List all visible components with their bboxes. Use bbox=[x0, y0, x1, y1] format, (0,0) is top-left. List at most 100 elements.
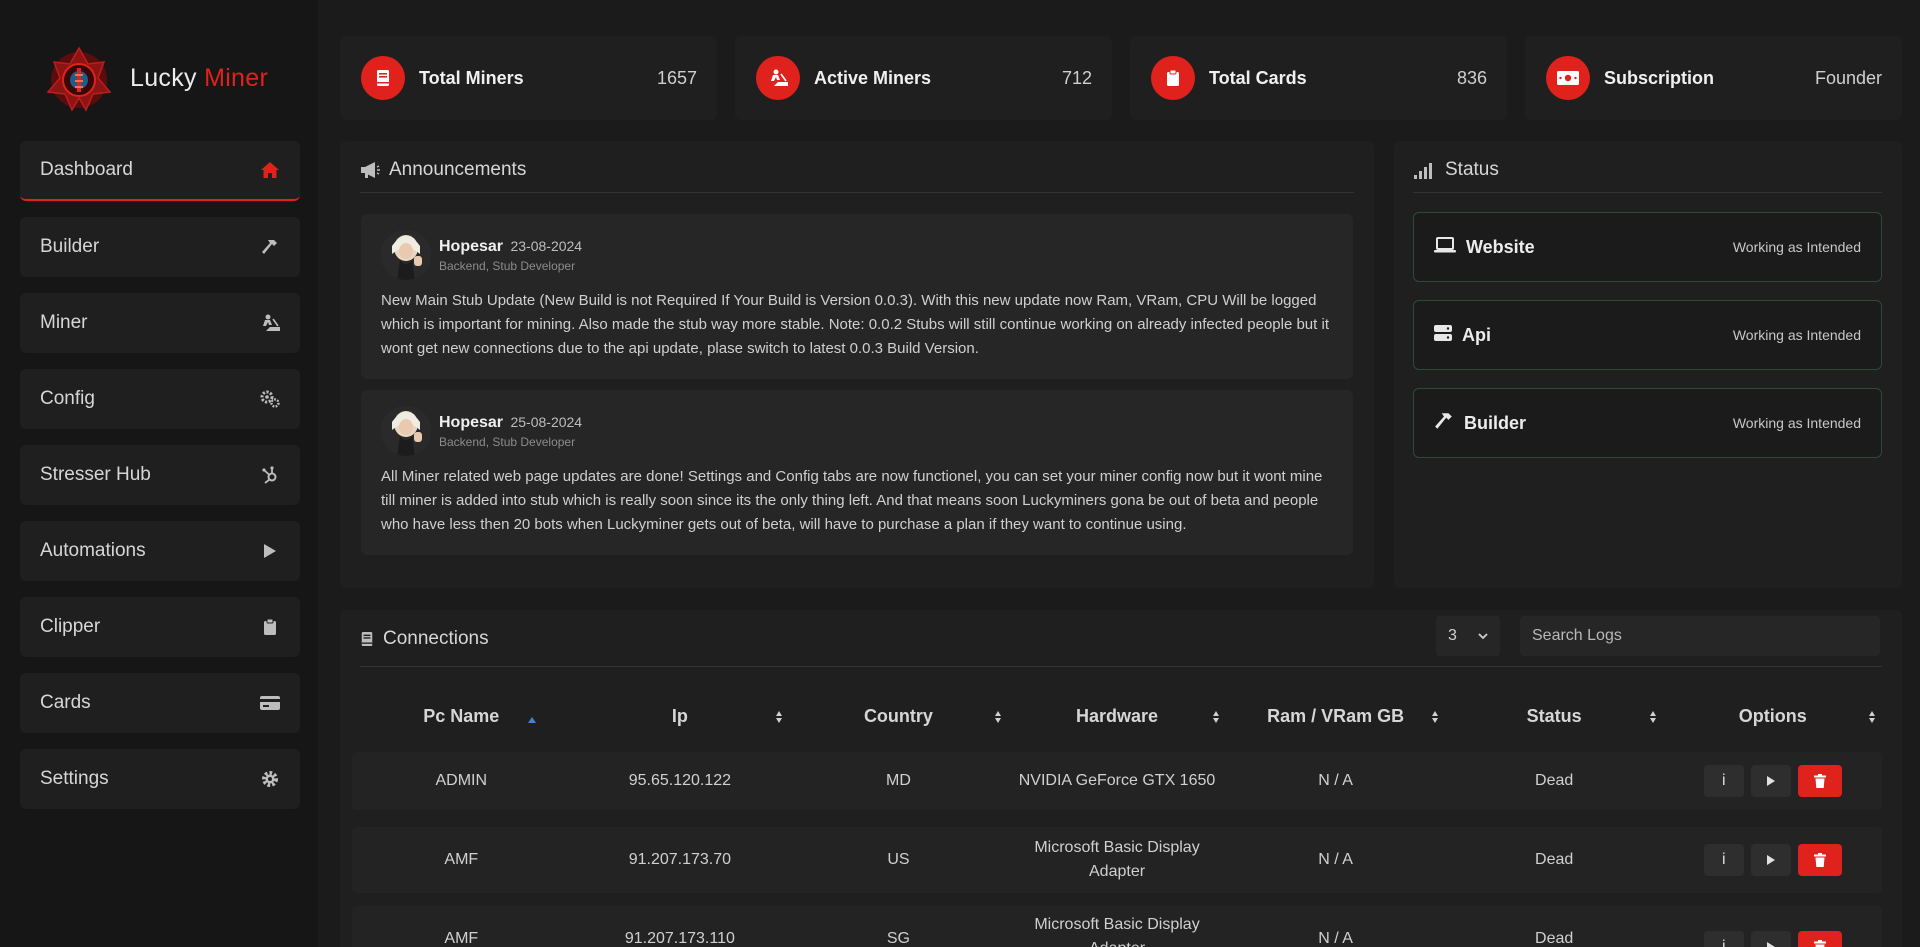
stat-label: Total Cards bbox=[1209, 67, 1307, 88]
page-size-value: 3 bbox=[1448, 627, 1457, 644]
info-icon: i bbox=[1721, 772, 1726, 789]
announcement-meta: Hopesar 25-08-2024 Backend, Stub Develop… bbox=[439, 414, 582, 449]
page-size-select[interactable]: 3 bbox=[1436, 616, 1500, 656]
stat-value: 836 bbox=[1456, 67, 1487, 88]
sidebar-item-stresser-hub[interactable]: Stresser Hub bbox=[20, 445, 300, 505]
column-header-pc-name[interactable]: Pc Name bbox=[352, 696, 571, 736]
announcement-author-line: Hopesar 23-08-2024 bbox=[439, 238, 582, 256]
delete-button[interactable] bbox=[1797, 931, 1842, 947]
cell-status: Dead bbox=[1535, 772, 1574, 789]
run-button[interactable] bbox=[1750, 844, 1791, 876]
sidebar-item-label: Builder bbox=[40, 236, 100, 257]
brand-logo[interactable]: Lucky Miner bbox=[38, 42, 268, 114]
column-label: Country bbox=[863, 705, 933, 726]
cell-pc-name: AMF bbox=[444, 851, 479, 868]
announcement-card: Hopesar 23-08-2024 Backend, Stub Develop… bbox=[361, 214, 1353, 379]
status-name: Website bbox=[1466, 236, 1535, 257]
table-row: ADMIN 95.65.120.122 MD NVIDIA GeForce GT… bbox=[352, 752, 1882, 810]
sidebar-item-cards[interactable]: Cards bbox=[20, 673, 300, 733]
sidebar-item-label: Clipper bbox=[40, 616, 101, 637]
stat-value: Founder bbox=[1814, 67, 1882, 88]
announcement-header: Hopesar 25-08-2024 Backend, Stub Develop… bbox=[381, 406, 1333, 456]
gear-icon bbox=[260, 769, 280, 789]
announcement-header: Hopesar 23-08-2024 Backend, Stub Develop… bbox=[381, 230, 1333, 280]
divider bbox=[360, 192, 1354, 193]
announcement-card: Hopesar 25-08-2024 Backend, Stub Develop… bbox=[361, 390, 1353, 555]
announcement-author-line: Hopesar 25-08-2024 bbox=[439, 414, 582, 432]
run-button[interactable] bbox=[1750, 765, 1791, 797]
sort-icon bbox=[1868, 708, 1876, 729]
column-header-hardware[interactable]: Hardware bbox=[1008, 696, 1227, 736]
run-button[interactable] bbox=[1750, 931, 1791, 947]
cell-ip: 91.207.173.110 bbox=[624, 930, 735, 947]
cell-hardware: Microsoft Basic Display Adapter bbox=[1034, 916, 1200, 947]
sidebar-item-clipper[interactable]: Clipper bbox=[20, 597, 300, 657]
credit-card-icon bbox=[260, 693, 280, 713]
column-header-ip[interactable]: Ip bbox=[571, 696, 790, 736]
announcement-body: New Main Stub Update (New Build is not R… bbox=[381, 292, 1329, 357]
status-card-api: Api Working as Intended bbox=[1413, 300, 1882, 370]
sidebar-item-label: Settings bbox=[40, 768, 109, 789]
delete-button[interactable] bbox=[1797, 844, 1842, 876]
hammer-icon bbox=[260, 237, 280, 257]
announcement-date: 23-08-2024 bbox=[510, 237, 583, 254]
stat-subscription: Subscription Founder bbox=[1525, 36, 1902, 120]
announcement-author: Hopesar bbox=[439, 413, 504, 431]
status-title: Status bbox=[1414, 159, 1499, 181]
connections-title: Connections bbox=[360, 628, 489, 650]
cell-country: US bbox=[887, 851, 910, 868]
info-icon: i bbox=[1721, 938, 1726, 947]
cell-pc-name: AMF bbox=[444, 930, 479, 947]
stat-total-cards: Total Cards 836 bbox=[1130, 36, 1507, 120]
info-button[interactable]: i bbox=[1703, 844, 1744, 876]
book-icon bbox=[361, 56, 405, 100]
column-header-ram[interactable]: Ram / VRam GB bbox=[1226, 696, 1445, 736]
column-header-status[interactable]: Status bbox=[1445, 696, 1664, 736]
home-icon bbox=[260, 160, 280, 180]
sidebar-item-settings[interactable]: Settings bbox=[20, 749, 300, 809]
divider bbox=[360, 666, 1882, 667]
cell-country: SG bbox=[886, 930, 910, 947]
sort-icon bbox=[1212, 708, 1220, 729]
column-label: Ram / VRam GB bbox=[1267, 705, 1405, 726]
announcements-title-text: Announcements bbox=[389, 159, 527, 180]
sidebar-item-automations[interactable]: Automations bbox=[20, 521, 300, 581]
sidebar-item-label: Automations bbox=[40, 540, 146, 561]
sidebar-item-label: Cards bbox=[40, 692, 91, 713]
info-button[interactable]: i bbox=[1703, 931, 1744, 947]
stat-label: Active Miners bbox=[814, 67, 932, 88]
announcement-role: Backend, Stub Developer bbox=[439, 258, 576, 273]
cell-status: Dead bbox=[1535, 851, 1574, 868]
column-header-options[interactable]: Options bbox=[1663, 696, 1882, 736]
table-row: AMF 91.207.173.70 US Microsoft Basic Dis… bbox=[352, 827, 1882, 893]
column-header-country[interactable]: Country bbox=[789, 696, 1008, 736]
sidebar-item-dashboard[interactable]: Dashboard bbox=[20, 141, 300, 201]
search-logs-input[interactable] bbox=[1520, 616, 1880, 656]
cell-options: i bbox=[1663, 844, 1882, 876]
stat-value: 1657 bbox=[656, 67, 697, 88]
main-content: Total Miners 1657 Active Miners 712 Tota… bbox=[318, 0, 1920, 947]
column-label: Hardware bbox=[1076, 705, 1159, 726]
chevron-down-icon bbox=[1478, 627, 1488, 645]
laptop-icon bbox=[1434, 236, 1456, 258]
play-icon bbox=[1766, 776, 1775, 786]
play-icon bbox=[260, 541, 280, 561]
sidebar-item-config[interactable]: Config bbox=[20, 369, 300, 429]
brand-name: Lucky Miner bbox=[130, 64, 268, 93]
sidebar-item-miner[interactable]: Miner bbox=[20, 293, 300, 353]
cell-hardware: NVIDIA GeForce GTX 1650 bbox=[1018, 772, 1216, 789]
cell-ram: N / A bbox=[1318, 930, 1353, 947]
column-label: Pc Name bbox=[423, 705, 500, 726]
brand-name-part2: Miner bbox=[204, 63, 269, 92]
delete-button[interactable] bbox=[1797, 765, 1842, 797]
sort-icon bbox=[1431, 708, 1439, 729]
trash-icon bbox=[1813, 853, 1826, 867]
money-bill-icon bbox=[1546, 56, 1590, 100]
info-icon: i bbox=[1721, 851, 1726, 868]
person-digging-icon bbox=[756, 56, 800, 100]
sidebar-item-builder[interactable]: Builder bbox=[20, 217, 300, 277]
info-button[interactable]: i bbox=[1703, 765, 1744, 797]
trash-icon bbox=[1813, 774, 1826, 788]
column-label: Options bbox=[1738, 705, 1807, 726]
announcements-title: Announcements bbox=[360, 159, 526, 181]
